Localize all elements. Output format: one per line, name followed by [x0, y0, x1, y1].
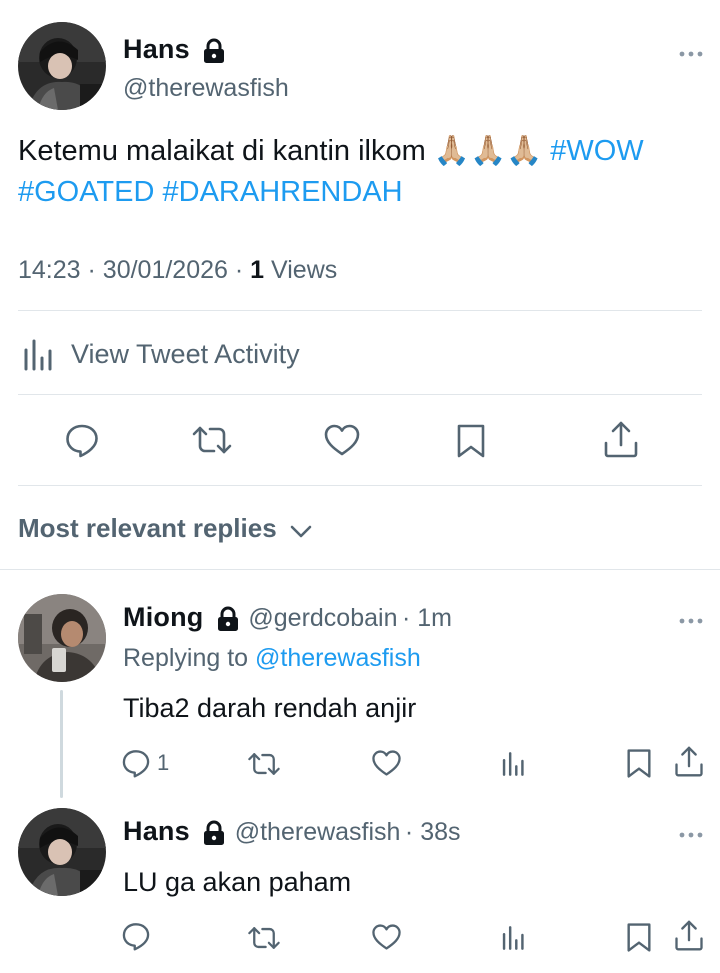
tweet-time: 14:23 [18, 256, 81, 284]
reply-avatar[interactable] [18, 808, 106, 896]
reply-age: 1m [417, 604, 452, 632]
bookmark-icon[interactable] [625, 748, 653, 779]
retweet-icon[interactable] [246, 925, 282, 951]
reply-author-name[interactable]: Miong [123, 602, 203, 632]
reply-author-handle[interactable]: @therewasfish [235, 818, 401, 846]
author-handle[interactable]: @therewasfish [123, 74, 289, 103]
hashtag-goated[interactable]: #GOATED [18, 176, 154, 208]
views-icon[interactable] [501, 924, 527, 952]
tweet-body: Ketemu malaikat di kantin ilkom [18, 135, 426, 167]
reply-age: 38s [420, 818, 461, 846]
more-icon[interactable] [678, 819, 704, 845]
hashtag-wow[interactable]: #WOW [550, 135, 643, 167]
replies-filter[interactable]: Most relevant replies [18, 513, 312, 546]
like-icon[interactable] [371, 923, 402, 951]
replies-filter-label: Most relevant replies [18, 513, 277, 543]
reply-text: LU ga akan paham [123, 867, 352, 897]
emoji: 🙏🏼🙏🏼🙏🏼 [433, 135, 543, 167]
views-count[interactable]: 1 [250, 256, 264, 284]
share-icon[interactable] [674, 920, 704, 952]
share-icon[interactable] [603, 421, 639, 459]
chevron-down-icon [290, 515, 312, 546]
divider [18, 394, 702, 395]
lock-icon [216, 606, 240, 637]
retweet-icon[interactable] [246, 751, 282, 777]
tweet-meta: 14:23 · 30/01/2026 · 1 Views [18, 256, 338, 284]
bookmark-icon[interactable] [625, 922, 653, 953]
reply-icon[interactable] [64, 422, 100, 458]
lock-icon [202, 820, 226, 851]
reply-count: 1 [157, 750, 170, 775]
activity-icon[interactable] [22, 338, 56, 372]
reply-text: Tiba2 darah rendah anjir [123, 693, 417, 723]
views-icon[interactable] [501, 750, 527, 778]
replying-to-handle[interactable]: @therewasfish [255, 644, 421, 672]
divider [0, 569, 720, 570]
like-icon[interactable] [323, 423, 361, 457]
author-avatar[interactable] [18, 22, 106, 110]
retweet-icon[interactable] [190, 424, 234, 456]
reply-icon[interactable] [121, 921, 151, 951]
bookmark-icon[interactable] [455, 423, 487, 459]
reply-author-name[interactable]: Hans [123, 816, 190, 846]
views-label[interactable]: Views [271, 256, 337, 284]
replying-to-label: Replying to [123, 644, 249, 672]
tweet-text: Ketemu malaikat di kantin ilkom 🙏🏼🙏🏼🙏🏼 #… [18, 131, 708, 213]
divider [18, 485, 702, 486]
thread-line [60, 690, 63, 798]
reply-author-handle[interactable]: @gerdcobain [248, 604, 397, 632]
lock-icon [202, 38, 226, 69]
author-name[interactable]: Hans [123, 34, 190, 64]
divider [18, 310, 702, 311]
more-icon[interactable] [678, 38, 704, 64]
view-tweet-activity[interactable]: View Tweet Activity [71, 339, 300, 370]
hashtag-darahrendah[interactable]: #DARAHRENDAH [163, 176, 403, 208]
like-icon[interactable] [371, 749, 402, 777]
reply-avatar[interactable] [18, 594, 106, 682]
share-icon[interactable] [674, 746, 704, 778]
tweet-date: 30/01/2026 [102, 256, 228, 284]
more-icon[interactable] [678, 605, 704, 631]
reply-icon[interactable] [121, 748, 151, 778]
